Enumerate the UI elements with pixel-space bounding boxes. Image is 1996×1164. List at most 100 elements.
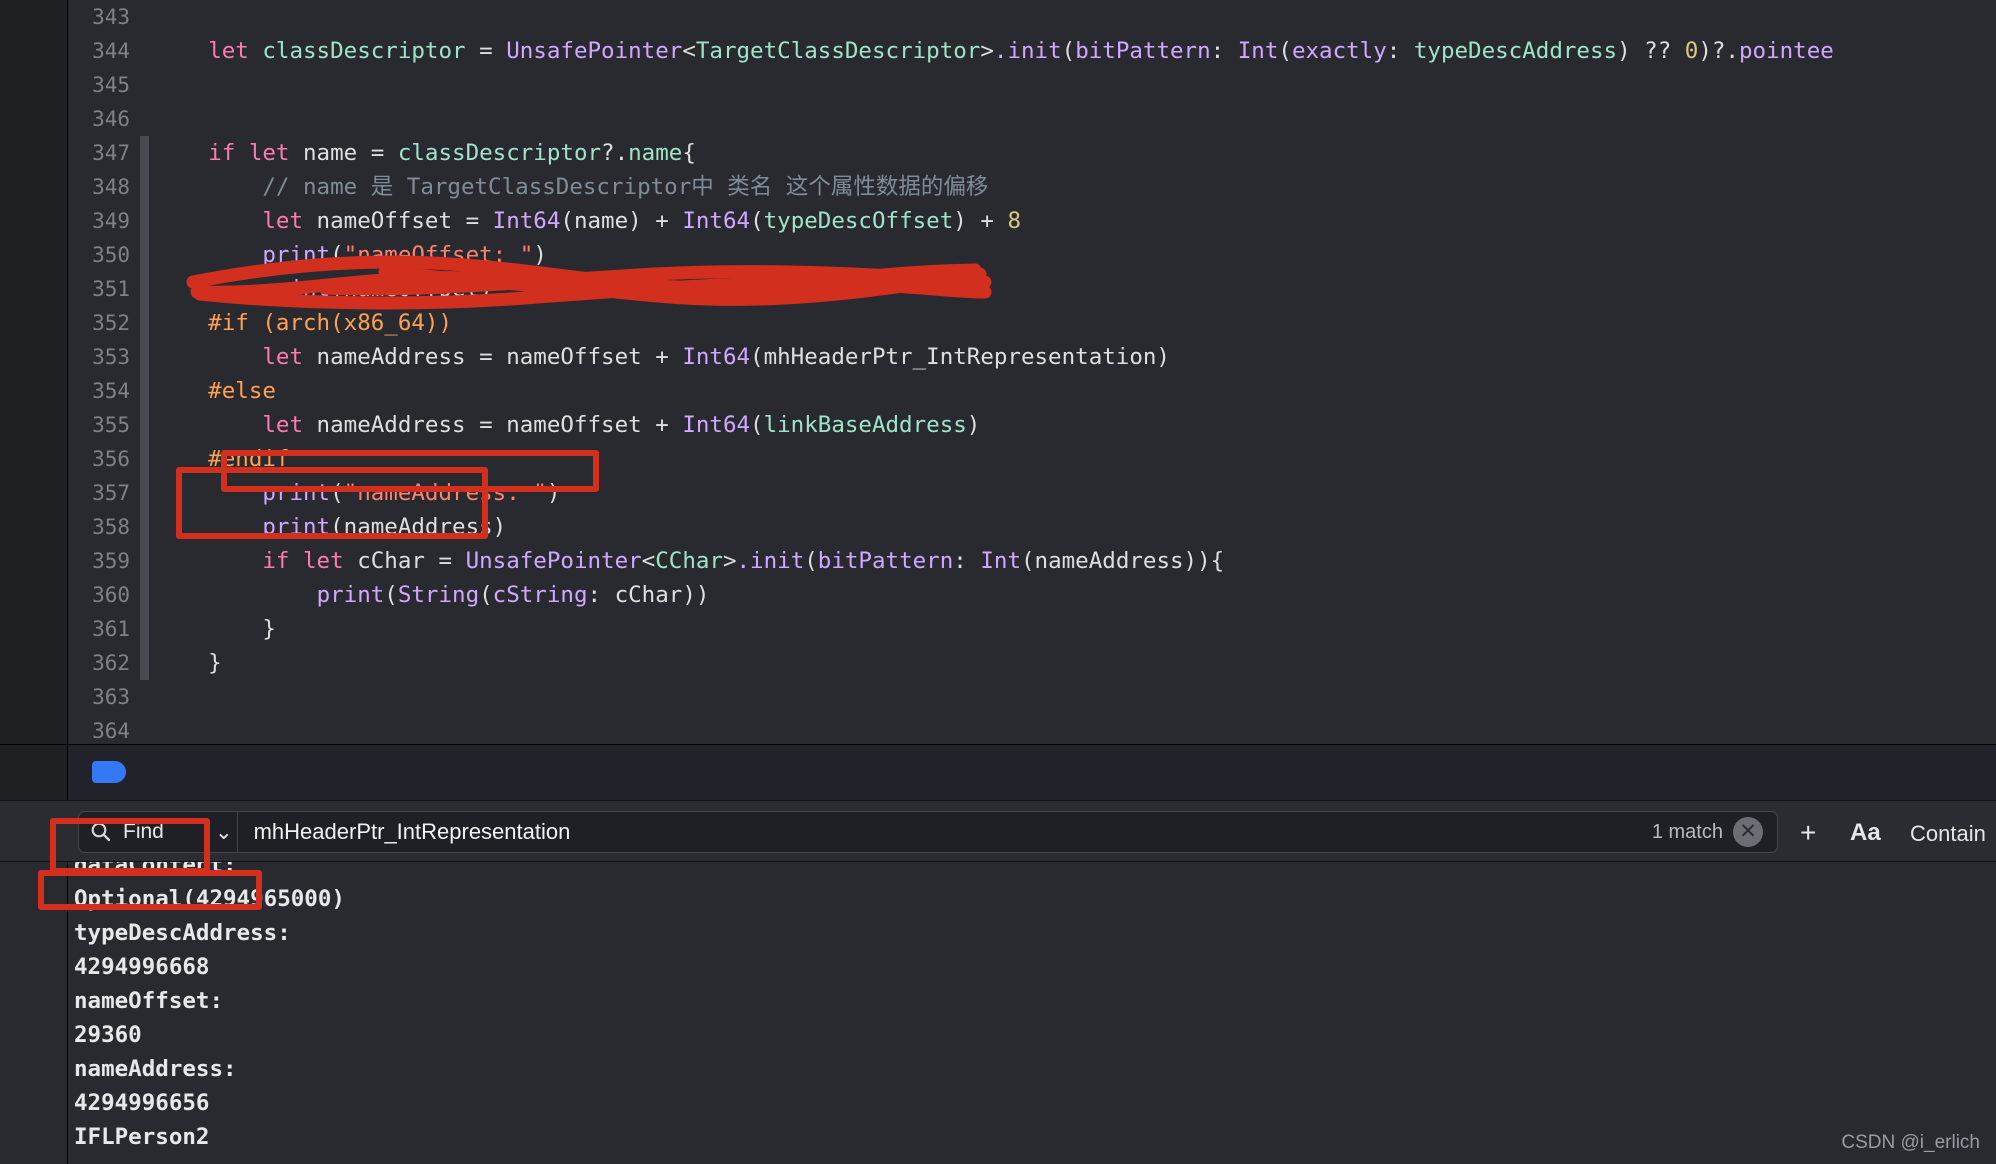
console-line: dataContent: xyxy=(74,862,237,878)
code-text: print(String(cString: cChar)) xyxy=(154,578,710,612)
code-fold-indicator xyxy=(140,306,149,340)
code-text: print(nameOffset) xyxy=(154,272,493,306)
code-line[interactable]: 356 #endif xyxy=(68,442,1996,476)
code-token: CChar xyxy=(655,548,723,574)
code-token: Int xyxy=(980,548,1021,574)
code-token: cChar = xyxy=(343,548,466,574)
code-token: ) ?? xyxy=(1617,38,1685,64)
code-token: pointee xyxy=(1738,38,1834,64)
code-token: let xyxy=(262,412,304,438)
code-fold-indicator xyxy=(140,340,149,374)
code-token: cString xyxy=(492,582,588,608)
code-line[interactable]: 357 print("nameAddress: ") xyxy=(68,476,1996,510)
line-number: 350 xyxy=(92,243,130,267)
code-line[interactable]: 364 xyxy=(68,714,1996,748)
console-line: Optional(4294965000) xyxy=(74,886,345,912)
code-token: } xyxy=(154,650,222,676)
code-token: = xyxy=(465,38,507,64)
code-line[interactable]: 347 if let name = classDescriptor?.name{ xyxy=(68,136,1996,170)
code-line[interactable]: 343 xyxy=(68,0,1996,34)
code-token: "nameOffset: " xyxy=(343,242,534,268)
code-token: UnsafePointer xyxy=(465,548,642,574)
watermark-label: CSDN @i_erlich xyxy=(1841,1132,1980,1153)
code-line[interactable]: 354 #else xyxy=(68,374,1996,408)
code-token: print xyxy=(262,514,331,540)
breakpoint-marker-icon[interactable] xyxy=(92,761,126,783)
code-line[interactable]: 361 } xyxy=(68,612,1996,646)
code-text: } xyxy=(154,612,276,646)
code-token: .init xyxy=(993,38,1062,64)
code-token: nameOffset = xyxy=(303,208,493,234)
code-token: #endif xyxy=(154,446,290,472)
code-token: : xyxy=(1386,38,1414,64)
match-type-button[interactable]: Contain xyxy=(1910,823,1986,845)
line-number: 363 xyxy=(92,685,130,709)
code-token: bitPattern xyxy=(817,548,954,574)
console-line: 4294996656 xyxy=(74,1090,210,1116)
line-number: 343 xyxy=(92,5,130,29)
console-output[interactable]: dataContent: Optional(4294965000) typeDesc… xyxy=(0,862,1996,1164)
find-bar[interactable]: Find ⌄ 1 match ✕ + Aa Contain xyxy=(0,800,1996,862)
find-mode-label: Find xyxy=(123,820,164,843)
code-token: nameAddress = nameOffset + xyxy=(303,344,683,370)
code-line[interactable]: 348 // name 是 TargetClassDescriptor中 类名 … xyxy=(68,170,1996,204)
code-token: Int64 xyxy=(682,412,751,438)
search-icon xyxy=(79,812,123,852)
code-line[interactable]: 363 xyxy=(68,680,1996,714)
code-line[interactable]: 346 xyxy=(68,102,1996,136)
code-line[interactable]: 344 let classDescriptor = UnsafePointer<… xyxy=(68,34,1996,68)
console-line: 29360 xyxy=(74,1022,142,1048)
code-token: ( xyxy=(384,582,398,608)
chevron-down-icon[interactable]: ⌄ xyxy=(215,820,233,845)
debug-bar-left-edge xyxy=(0,745,68,801)
code-token: (nameOffset) xyxy=(330,276,493,302)
code-line[interactable]: 351 print(nameOffset) xyxy=(68,272,1996,306)
code-fold-indicator xyxy=(140,272,149,306)
code-token: : cChar)) xyxy=(587,582,710,608)
line-number: 355 xyxy=(92,413,130,437)
code-line[interactable]: 353 let nameAddress = nameOffset + Int64… xyxy=(68,340,1996,374)
code-token: name = xyxy=(289,140,398,166)
code-editor[interactable]: 343 344 let classDescriptor = UnsafePoint… xyxy=(0,0,1996,744)
code-line[interactable]: 345 xyxy=(68,68,1996,102)
code-surface[interactable]: 343 344 let classDescriptor = UnsafePoint… xyxy=(68,0,1996,744)
code-token: TargetClassDescriptor xyxy=(695,38,981,64)
find-mode-selector[interactable]: Find ⌄ xyxy=(123,820,237,845)
console-line: nameOffset: xyxy=(74,988,224,1014)
code-token: print xyxy=(262,480,331,506)
match-case-button[interactable]: Aa xyxy=(1850,821,1881,845)
code-token: ( xyxy=(330,242,344,268)
code-token: #else xyxy=(154,378,276,404)
debug-bar[interactable] xyxy=(0,744,1996,801)
line-number: 358 xyxy=(92,515,130,539)
code-text: print("nameOffset: ") xyxy=(154,238,546,272)
add-search-scope-button[interactable]: + xyxy=(1800,819,1816,847)
code-token: Int64 xyxy=(682,344,751,370)
console-line: age xyxy=(74,1154,1974,1164)
code-line-list: 343 344 let classDescriptor = UnsafePoint… xyxy=(68,0,1996,748)
find-field-group[interactable]: Find ⌄ 1 match ✕ xyxy=(78,811,1778,853)
code-line[interactable]: 352 #if (arch(x86_64)) xyxy=(68,306,1996,340)
code-token: typeDescAddress xyxy=(1413,38,1618,64)
code-token: 8 xyxy=(1007,208,1021,234)
code-line[interactable]: 349 let nameOffset = Int64(name) + Int64… xyxy=(68,204,1996,238)
clear-search-button[interactable]: ✕ xyxy=(1733,817,1763,847)
code-line[interactable]: 359 if let cChar = UnsafePointer<CChar>.… xyxy=(68,544,1996,578)
match-count-label: 1 match xyxy=(1651,820,1723,843)
code-token: > xyxy=(722,548,737,574)
code-line[interactable]: 358 print(nameAddress) xyxy=(68,510,1996,544)
code-text: #if (arch(x86_64)) xyxy=(154,306,452,340)
code-line[interactable]: 362 } xyxy=(68,646,1996,680)
code-line[interactable]: 360 print(String(cString: cChar)) xyxy=(68,578,1996,612)
code-token: print xyxy=(262,276,331,302)
code-line[interactable]: 355 let nameAddress = nameOffset + Int64… xyxy=(68,408,1996,442)
search-input[interactable] xyxy=(237,812,1652,852)
line-number: 344 xyxy=(92,39,130,63)
code-line[interactable]: 350 print("nameOffset: ") xyxy=(68,238,1996,272)
